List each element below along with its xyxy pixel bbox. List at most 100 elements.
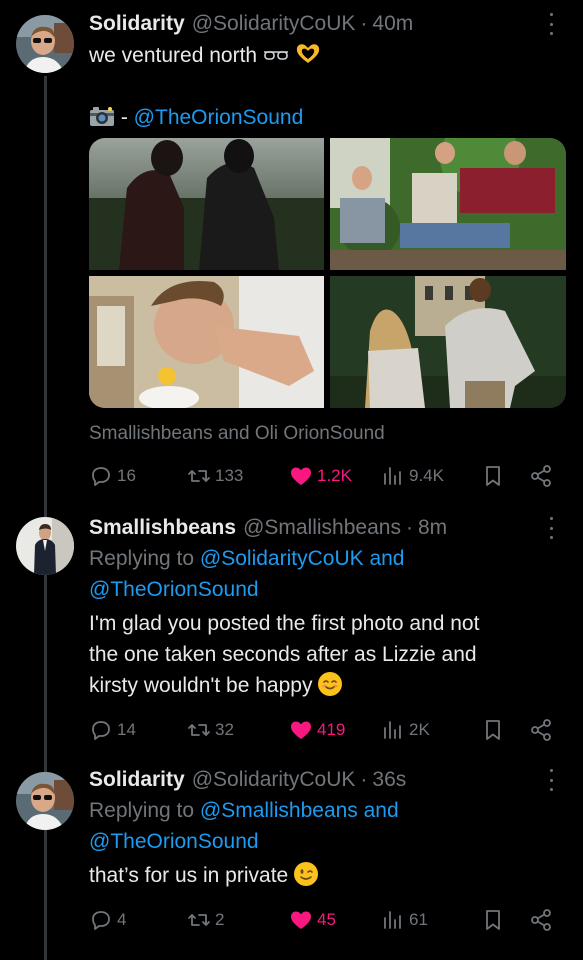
- credit-prefix: -: [120, 106, 134, 129]
- avatar[interactable]: [16, 772, 74, 830]
- bookmark-icon: [486, 466, 500, 486]
- smiling-emoji: [318, 672, 343, 696]
- separator-dot: ·: [405, 516, 413, 539]
- photo-3[interactable]: [89, 276, 324, 408]
- display-name[interactable]: Smallishbeans: [89, 516, 236, 540]
- tagged-users[interactable]: Smallishbeans and Oli OrionSound: [89, 418, 385, 449]
- tweet-header: Solidarity @SolidarityCoUK · 40m: [89, 9, 563, 39]
- retweet-count: 2: [215, 910, 225, 929]
- photo-1[interactable]: [89, 138, 324, 270]
- sunglasses-emoji: [263, 51, 288, 60]
- tweet-text-body: we ventured north: [89, 44, 258, 67]
- tweet-text-line: the one taken seconds after as Lizzie an…: [89, 643, 477, 666]
- reply-to-link[interactable]: @SolidarityCoUK and: [200, 547, 405, 570]
- views-icon: [384, 721, 401, 739]
- share-button[interactable]: [529, 716, 553, 744]
- heart-hands-emoji: [296, 44, 319, 63]
- reply-button[interactable]: 16: [89, 462, 136, 490]
- like-icon: [291, 467, 311, 485]
- camera-emoji: [90, 107, 114, 126]
- tweet-content: Smallishbeans @Smallishbeans · 8m Replyi…: [89, 513, 563, 701]
- views-icon: [384, 467, 401, 485]
- tweet-actions: 16 133 1.2K 9.4K: [89, 462, 563, 490]
- reply-context: Replying to @Smallishbeans and @TheOrion…: [89, 795, 563, 857]
- timestamp[interactable]: 36s: [372, 768, 406, 792]
- tweet-text: that’s for us in private: [89, 860, 563, 891]
- reply-context: Replying to @SolidarityCoUK and @TheOrio…: [89, 543, 563, 605]
- tweet[interactable]: Smallishbeans @Smallishbeans · 8m Replyi…: [0, 505, 583, 755]
- credit-handle-link[interactable]: @TheOrionSound: [134, 106, 304, 129]
- user-handle[interactable]: @SolidarityCoUK: [192, 12, 356, 36]
- retweet-count: 133: [215, 466, 244, 485]
- view-count: 2K: [409, 720, 430, 739]
- retweet-button[interactable]: 133: [187, 462, 243, 490]
- share-button[interactable]: [529, 462, 553, 490]
- like-icon: [291, 911, 311, 929]
- display-name[interactable]: Solidarity: [89, 768, 185, 792]
- like-count: 45: [317, 910, 336, 929]
- views-button[interactable]: 61: [381, 906, 428, 934]
- share-button[interactable]: [529, 906, 553, 934]
- bookmark-icon: [486, 720, 500, 740]
- view-count: 9.4K: [409, 466, 444, 485]
- tweet-actions: 4 2 45 61: [89, 906, 563, 934]
- share-icon: [531, 465, 551, 487]
- bookmark-button[interactable]: [481, 906, 505, 934]
- bookmark-button[interactable]: [481, 462, 505, 490]
- retweet-count: 32: [215, 720, 234, 739]
- retweet-icon: [188, 724, 210, 736]
- like-count: 1.2K: [317, 466, 352, 485]
- views-button[interactable]: 9.4K: [381, 462, 444, 490]
- more-icon[interactable]: [539, 769, 563, 791]
- tweet-text: we ventured north: [89, 40, 563, 71]
- replying-to-label: Replying to: [89, 547, 200, 570]
- like-count: 419: [317, 720, 346, 739]
- replying-to-label: Replying to: [89, 799, 200, 822]
- bookmark-icon: [486, 910, 500, 930]
- reply-count: 4: [117, 910, 127, 929]
- user-handle[interactable]: @SolidarityCoUK: [192, 768, 356, 792]
- tweet-actions: 14 32 419 2K: [89, 716, 563, 744]
- more-icon[interactable]: [539, 517, 563, 539]
- like-button[interactable]: 419: [289, 716, 345, 744]
- like-button[interactable]: 1.2K: [289, 462, 352, 490]
- avatar[interactable]: [16, 15, 74, 73]
- like-icon: [291, 721, 311, 739]
- media-grid[interactable]: [89, 138, 566, 408]
- reply-button[interactable]: 4: [89, 906, 126, 934]
- more-icon[interactable]: [539, 13, 563, 35]
- photo-4[interactable]: [330, 276, 566, 408]
- avatar[interactable]: [16, 517, 74, 575]
- photo-2[interactable]: [330, 138, 566, 270]
- tweet-header: Solidarity @SolidarityCoUK · 36s: [89, 765, 563, 795]
- reply-count: 14: [117, 720, 136, 739]
- view-count: 61: [409, 910, 428, 929]
- display-name[interactable]: Solidarity: [89, 12, 185, 36]
- reply-icon: [92, 467, 110, 486]
- tweet[interactable]: Solidarity @SolidarityCoUK · 36s Replyin…: [0, 760, 583, 960]
- tweet-content: Solidarity @SolidarityCoUK · 36s Replyin…: [89, 765, 563, 891]
- like-button[interactable]: 45: [289, 906, 336, 934]
- share-icon: [531, 719, 551, 741]
- user-handle[interactable]: @Smallishbeans: [243, 516, 401, 540]
- timestamp[interactable]: 8m: [418, 516, 447, 540]
- reply-icon: [92, 911, 110, 930]
- timestamp[interactable]: 40m: [372, 12, 413, 36]
- tweet-text: I'm glad you posted the first photo and …: [89, 608, 563, 701]
- bookmark-button[interactable]: [481, 716, 505, 744]
- reply-count: 16: [117, 466, 136, 485]
- reply-to-link[interactable]: @TheOrionSound: [89, 830, 259, 853]
- tweet[interactable]: Solidarity @SolidarityCoUK · 40m we vent…: [0, 0, 583, 500]
- reply-to-link[interactable]: @TheOrionSound: [89, 578, 259, 601]
- tweet-text-line: I'm glad you posted the first photo and …: [89, 612, 480, 635]
- retweet-icon: [188, 470, 210, 482]
- separator-dot: ·: [360, 12, 368, 35]
- retweet-button[interactable]: 2: [187, 906, 224, 934]
- retweet-button[interactable]: 32: [187, 716, 234, 744]
- tweet-text-line: kirsty wouldn't be happy: [89, 674, 313, 697]
- photo-credit: - @TheOrionSound: [89, 102, 563, 133]
- reply-to-link[interactable]: @Smallishbeans and: [200, 799, 399, 822]
- reply-button[interactable]: 14: [89, 716, 136, 744]
- tweet-header: Smallishbeans @Smallishbeans · 8m: [89, 513, 563, 543]
- views-button[interactable]: 2K: [381, 716, 430, 744]
